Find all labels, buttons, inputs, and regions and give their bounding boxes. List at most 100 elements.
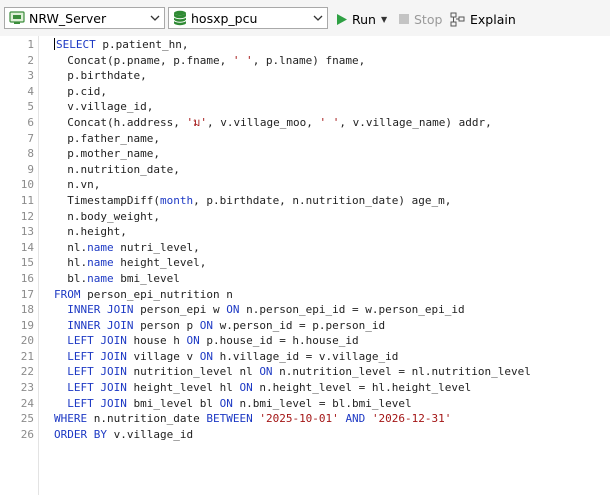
explain-button[interactable]: Explain — [450, 9, 516, 29]
sql-keyword: LEFT JOIN — [67, 334, 127, 348]
code-line: SELECT p.patient_hn, — [54, 37, 531, 53]
sql-keyword: ON — [219, 396, 233, 410]
explain-label: Explain — [470, 11, 516, 27]
play-icon — [336, 13, 348, 26]
code-line: hl.name height_level, — [54, 255, 531, 271]
sql-text: p.mother_name, — [54, 147, 160, 161]
sql-keyword: INNER JOIN — [67, 303, 134, 317]
sql-keyword: FROM — [54, 287, 81, 301]
sql-keyword: AND — [345, 412, 366, 426]
connection-value: NRW_Server — [29, 10, 107, 26]
line-number: 17 — [20, 287, 34, 301]
sql-text: n.bmi_level = bl.bmi_level — [232, 396, 412, 410]
line-number: 9 — [27, 162, 34, 176]
sql-text: bmi_level — [113, 271, 180, 285]
code-line: p.birthdate, — [54, 68, 531, 84]
sql-string: '2025-10-01' — [259, 412, 339, 426]
line-number: 20 — [20, 334, 34, 348]
sql-keyword: ON — [199, 318, 213, 332]
sql-string: ' ' — [232, 53, 253, 67]
sql-text: , p.birthdate, n.nutrition_date) age_m, — [193, 193, 452, 207]
chevron-down-icon[interactable] — [146, 8, 164, 28]
sql-keyword: SELECT — [56, 38, 96, 51]
run-button[interactable]: Run ▼ — [336, 9, 387, 29]
sql-keyword: LEFT JOIN — [67, 349, 127, 363]
code-line: INNER JOIN person_epi w ON n.person_epi_… — [54, 302, 531, 318]
sql-text: bl. — [54, 271, 88, 285]
code-line: LEFT JOIN bmi_level bl ON n.bmi_level = … — [54, 396, 531, 412]
sql-text: , p.lname) fname, — [252, 53, 366, 67]
code-line: INNER JOIN person p ON w.person_id = p.p… — [54, 318, 531, 334]
code-line: LEFT JOIN village v ON h.village_id = v.… — [54, 349, 531, 365]
sql-text: house h — [126, 334, 187, 348]
sql-text: height_level, — [113, 256, 207, 270]
line-number: 25 — [20, 412, 34, 426]
sql-text: h.village_id = v.village_id — [212, 349, 399, 363]
sql-text: nl. — [54, 240, 88, 254]
database-select[interactable]: hosxp_pcu — [168, 7, 328, 29]
sql-text: n.height, — [54, 225, 127, 239]
code-line: p.father_name, — [54, 131, 531, 147]
line-number: 12 — [20, 209, 34, 223]
code-line: FROM person_epi_nutrition n — [54, 287, 531, 303]
sql-text: v.village_id, — [54, 100, 154, 114]
sql-text: person_epi w — [133, 303, 227, 317]
connection-select[interactable]: NRW_Server — [4, 7, 165, 29]
code-line: bl.name bmi_level — [54, 271, 531, 287]
sql-text: person p — [133, 318, 200, 332]
line-number: 4 — [27, 84, 34, 98]
sql-text: w.person_id = p.person_id — [212, 318, 386, 332]
sql-text: n.nutrition_date, — [54, 162, 180, 176]
sql-text: bmi_level bl — [126, 396, 220, 410]
sql-text: p.patient_hn, — [95, 38, 189, 51]
sql-text: n.body_weight, — [54, 209, 160, 223]
code-line: Concat(h.address, 'ม', v.village_moo, ' … — [54, 115, 531, 131]
run-dropdown-icon[interactable]: ▼ — [381, 15, 387, 24]
chevron-down-icon[interactable] — [309, 8, 327, 28]
code-line: p.cid, — [54, 84, 531, 100]
line-number: 7 — [27, 131, 34, 145]
line-number: 24 — [20, 396, 34, 410]
sql-text: n.person_epi_id = w.person_epi_id — [239, 303, 465, 317]
sql-text: p.cid, — [54, 84, 107, 98]
code-line: n.vn, — [54, 177, 531, 193]
sql-string: 'ม' — [186, 115, 207, 129]
sql-text: Concat(h.address, — [54, 115, 187, 129]
toolbar: NRW_Server hosxp_pcu Run ▼ Stop Explain — [0, 0, 610, 36]
sql-keyword: name — [87, 256, 114, 270]
explain-icon — [450, 12, 466, 27]
line-number: 22 — [20, 365, 34, 379]
sql-text: Concat(p.pname, p.fname, — [54, 53, 233, 67]
run-label: Run — [352, 11, 376, 27]
sql-code[interactable]: SELECT p.patient_hn, Concat(p.pname, p.f… — [54, 37, 531, 442]
line-number: 15 — [20, 256, 34, 270]
sql-keyword: INNER JOIN — [67, 318, 134, 332]
code-line: n.height, — [54, 224, 531, 240]
sql-string: ' ' — [319, 115, 340, 129]
sql-keyword: WHERE — [54, 412, 88, 426]
text-caret — [54, 38, 55, 50]
line-number: 3 — [27, 69, 34, 83]
sql-keyword: name — [87, 271, 114, 285]
stop-button[interactable]: Stop — [398, 9, 442, 29]
line-numbers: 1 2 3 4 5 6 7 8 9 10 11 12 13 14 15 16 17 18 19 20 21 22 23 24 2… — [21, 37, 34, 442]
sql-keyword: LEFT JOIN — [67, 381, 127, 395]
sql-text: person_epi_nutrition n — [80, 287, 233, 301]
sql-editor[interactable]: 1 2 3 4 5 6 7 8 9 10 11 12 13 14 15 16 17 18 19 20 21 22 23 24 2… — [0, 36, 610, 495]
line-number: 18 — [20, 303, 34, 317]
code-line: ORDER BY v.village_id — [54, 427, 531, 443]
code-line: LEFT JOIN house h ON p.house_id = h.hous… — [54, 333, 531, 349]
sql-text: p.birthdate, — [54, 69, 147, 83]
sql-text: nutrition_level nl — [126, 365, 260, 379]
code-line: n.body_weight, — [54, 209, 531, 225]
sql-keyword: LEFT JOIN — [67, 365, 127, 379]
sql-text: , v.village_name) addr, — [339, 115, 492, 129]
line-number: 21 — [20, 349, 34, 363]
sql-text: n.nutrition_level = nl.nutrition_level — [272, 365, 531, 379]
sql-text: hl. — [54, 256, 88, 270]
